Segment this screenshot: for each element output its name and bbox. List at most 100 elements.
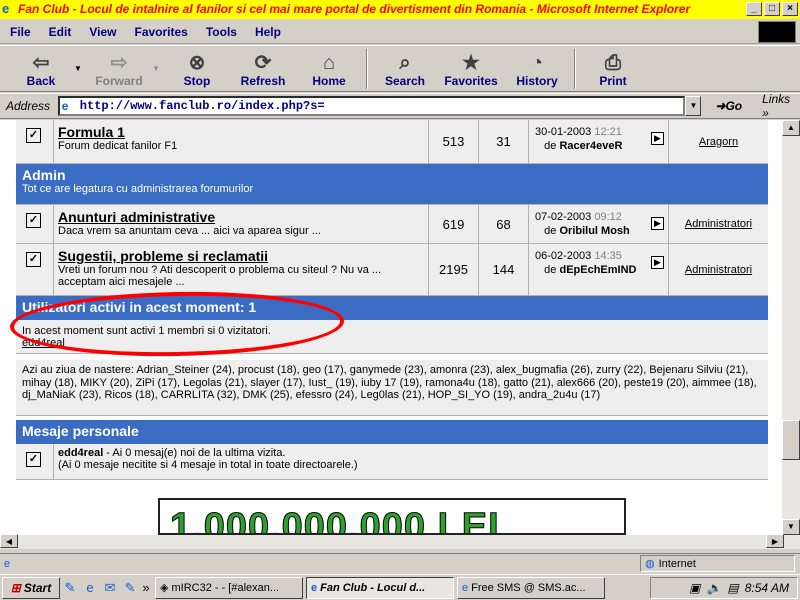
forum-topics: 513 [429, 120, 479, 163]
scroll-down-icon[interactable]: ▼ [782, 519, 800, 535]
forum-status-icon-cell: ✓ [16, 244, 54, 295]
last-post-author[interactable]: Oribilul Mosh [559, 225, 629, 237]
last-post-author[interactable]: dEpEchEmIND [559, 264, 636, 276]
home-icon: ⌂ [322, 52, 336, 74]
search-icon: ⌕ [399, 52, 411, 74]
outlook-icon[interactable]: ✉ [100, 578, 120, 598]
scroll-left-icon[interactable]: ◀ [0, 534, 18, 548]
menu-tools[interactable]: Tools [206, 25, 237, 39]
refresh-button[interactable]: ⟳ Refresh [230, 46, 296, 92]
category-subtitle: Tot ce are legatura cu administrarea for… [22, 183, 254, 195]
goto-last-post-icon[interactable]: ▶ [651, 217, 664, 230]
status-bar: e ◍ Internet [0, 553, 800, 573]
task-mirc[interactable]: ◈ mIRC32 - - [#alexan... [155, 576, 303, 599]
forward-dropdown-icon[interactable]: ▼ [152, 46, 164, 91]
forum-moderator[interactable]: Aragorn [669, 120, 768, 163]
close-button[interactable]: × [782, 2, 798, 16]
task-sms[interactable]: e Free SMS @ SMS.ac... [457, 576, 605, 599]
address-input[interactable]: e http://www.fanclub.ro/index.php?s= [57, 96, 686, 116]
forum-status-icon: ✓ [26, 213, 41, 228]
forum-topics: 619 [429, 205, 479, 243]
messages-user[interactable]: edd4real [58, 447, 103, 459]
ie-logo-icon: e [2, 1, 10, 16]
forum-posts: 144 [479, 244, 529, 295]
vertical-scrollbar[interactable]: ▲ [782, 120, 800, 549]
quicklaunch-more-icon[interactable]: » [140, 578, 152, 598]
address-dropdown-icon[interactable]: ▼ [685, 96, 702, 116]
toolbar: ⇦ Back ▼ ⇨ Forward ▼ ⊗ Stop ⟳ Refresh ⌂ Home … [0, 45, 800, 92]
system-tray: ▣ 🔈 ▤ 8:54 AM [650, 577, 798, 599]
print-button[interactable]: ⎙ Print [580, 46, 646, 92]
address-url: http://www.fanclub.ro/index.php?s= [79, 99, 325, 113]
forum-link[interactable]: Sugestii, probleme si reclamatii [58, 248, 424, 264]
last-post-date: 06-02-2003 [535, 250, 592, 262]
security-zone: ◍ Internet [640, 555, 795, 572]
stop-icon: ⊗ [188, 52, 206, 74]
forward-arrow-icon: ⇨ [110, 52, 128, 74]
network-icon[interactable]: ▤ [727, 581, 738, 595]
last-post-author[interactable]: Racer4eveR [559, 140, 622, 152]
stop-button[interactable]: ⊗ Stop [164, 46, 230, 92]
links-button[interactable]: Links » [762, 92, 800, 120]
banner-text: 1.000.000.000 LEI [170, 506, 500, 535]
scroll-up-icon[interactable]: ▲ [782, 120, 800, 136]
forum-status-icon-cell: ✓ [16, 120, 54, 163]
menu-favorites[interactable]: Favorites [134, 25, 187, 39]
tray-icon[interactable]: ▣ [689, 581, 700, 595]
last-post-by-prefix: de [544, 140, 557, 152]
forum-moderator[interactable]: Administratori [669, 205, 768, 243]
forum-link[interactable]: Formula 1 [58, 124, 424, 140]
birthdays-text: Azi au ziua de nastere: Adrian_Steiner (… [22, 364, 757, 401]
task-fanclub[interactable]: e Fan Club - Locul d... [306, 576, 454, 599]
forum-moderator[interactable]: Administratori [669, 244, 768, 295]
maximize-button[interactable]: □ [764, 2, 780, 16]
messages-text-cell: edd4real - Ai 0 mesaj(e) noi de la ultim… [54, 444, 768, 479]
minimize-button[interactable]: _ [746, 2, 762, 16]
forum-posts: 68 [479, 205, 529, 243]
horizontal-scrollbar[interactable]: ◀ ▶ [0, 534, 784, 549]
menu-file[interactable]: File [10, 25, 31, 39]
status-page-icon: e [4, 557, 11, 570]
ie-quicklaunch-icon[interactable]: e [80, 578, 100, 598]
favorites-label: Favorites [444, 74, 498, 88]
start-button[interactable]: ⊞ Start [2, 576, 60, 599]
forward-button[interactable]: ⇨ Forward [86, 46, 152, 92]
show-desktop-icon[interactable]: ✎ [60, 578, 80, 598]
favorites-button[interactable]: ★ Favorites [438, 46, 504, 92]
back-label: Back [26, 74, 56, 88]
home-button[interactable]: ⌂ Home [296, 46, 362, 92]
goto-last-post-icon[interactable]: ▶ [651, 132, 664, 145]
messages-icon-cell: ✓ [16, 444, 54, 479]
scroll-right-icon[interactable]: ▶ [766, 534, 784, 548]
menu-bar: File Edit View Favorites Tools Help [0, 20, 800, 44]
back-dropdown-icon[interactable]: ▼ [74, 46, 86, 91]
forum-last-post: 30-01-2003 12:21 de Racer4eveR ▶ [529, 120, 669, 163]
tray-clock[interactable]: 8:54 AM [745, 581, 789, 595]
history-button[interactable]: ◔ History [504, 46, 570, 92]
taskbar: ⊞ Start ✎ e ✉ ✎ » ◈ mIRC32 - - [#alexan...… [0, 574, 800, 600]
toolbar-separator [366, 49, 368, 89]
category-title[interactable]: Admin [22, 167, 762, 183]
goto-last-post-icon[interactable]: ▶ [651, 256, 664, 269]
messages-row: ✓ edd4real - Ai 0 mesaj(e) noi de la ult… [16, 444, 768, 480]
last-post-time: 14:35 [594, 250, 622, 262]
go-button[interactable]: ➜Go [715, 99, 742, 113]
search-button[interactable]: ⌕ Search [372, 46, 438, 92]
menu-edit[interactable]: Edit [49, 25, 72, 39]
window-title-bar[interactable]: e Fan Club - Locul de intalnire al fanil… [0, 0, 800, 19]
refresh-label: Refresh [240, 74, 286, 88]
menu-view[interactable]: View [89, 25, 116, 39]
task-sms-label: Free SMS @ SMS.ac... [471, 581, 586, 594]
scrollbar-thumb[interactable] [782, 420, 800, 460]
menu-help[interactable]: Help [255, 25, 281, 39]
messages-line1: - Ai 0 mesaj(e) noi de la ultima vizita. [103, 447, 286, 459]
back-button[interactable]: ⇦ Back [8, 46, 74, 92]
window-title: Fan Club - Locul de intalnire al fanilor… [18, 2, 691, 16]
task-mirc-label: mIRC32 - - [#alexan... [171, 581, 280, 594]
quicklaunch-icon[interactable]: ✎ [120, 578, 140, 598]
last-post-by-prefix: de [544, 225, 557, 237]
advertisement-banner[interactable]: 1.000.000.000 LEI [158, 498, 626, 535]
volume-icon[interactable]: 🔈 [706, 581, 721, 595]
forum-title-cell: Sugestii, probleme si reclamatii Vreti u… [54, 244, 429, 295]
forum-link[interactable]: Anunturi administrative [58, 209, 424, 225]
